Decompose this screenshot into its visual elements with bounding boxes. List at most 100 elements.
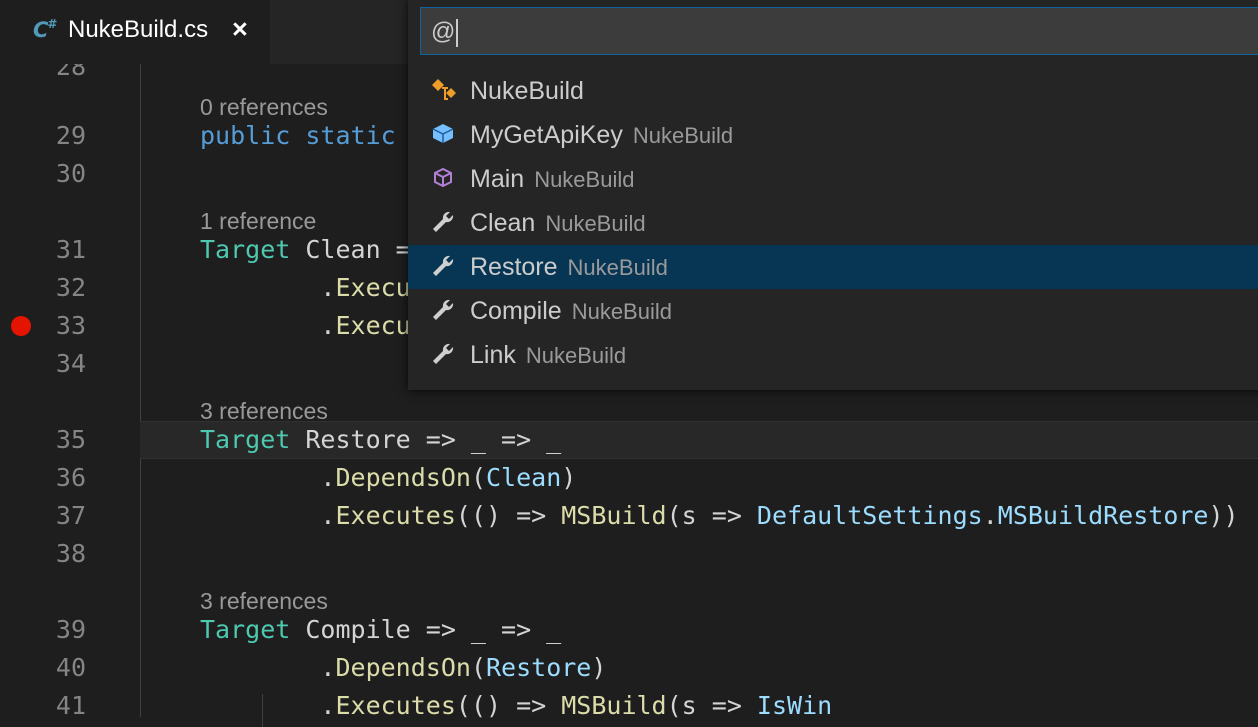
code-token: (s => xyxy=(666,501,757,530)
code-token: (() => xyxy=(455,501,562,530)
code-line: .DependsOn(Restore) xyxy=(200,653,606,682)
line-number: 36 xyxy=(55,463,86,492)
code-token: Restore xyxy=(486,653,592,682)
field-icon xyxy=(430,121,456,147)
symbol-name: Compile xyxy=(470,297,562,325)
code-token: ) xyxy=(561,463,577,492)
breakpoint-icon[interactable] xyxy=(11,316,31,336)
code-token: public xyxy=(200,121,291,150)
code-token: ) xyxy=(591,653,607,682)
code-token: ( xyxy=(470,653,486,682)
symbol-name: Link xyxy=(470,341,516,369)
symbol-item-compile[interactable]: Compile NukeBuild xyxy=(408,289,1258,333)
line-number: 40 xyxy=(55,653,86,682)
code-token: static xyxy=(305,121,396,150)
code-token: Clean = xyxy=(290,235,411,264)
code-token: . xyxy=(200,501,336,530)
code-token: Clean xyxy=(486,463,562,492)
code-token: DefaultSettings xyxy=(756,501,983,530)
property-icon xyxy=(430,209,456,235)
code-line: Target Compile => _ => _ xyxy=(200,615,561,644)
symbol-search-input[interactable]: @ xyxy=(420,7,1258,55)
code-line: .DependsOn(Clean) xyxy=(200,463,576,492)
line-number: 28 xyxy=(55,64,86,81)
code-line: .Executes(() => MSBuild(s => IsWin xyxy=(200,691,832,720)
symbol-item-main[interactable]: Main NukeBuild xyxy=(408,157,1258,201)
property-icon xyxy=(430,253,456,279)
line-number: 38 xyxy=(55,539,86,568)
code-token: ( xyxy=(470,463,486,492)
symbol-container: NukeBuild xyxy=(632,123,734,148)
code-token: )) xyxy=(1208,501,1239,530)
code-token: . xyxy=(200,273,336,302)
symbol-item-nukebuild[interactable]: NukeBuild xyxy=(408,69,1258,113)
tab-nukebuild-cs[interactable]: C# NukeBuild.cs × xyxy=(0,0,270,64)
code-line: .Execu xyxy=(200,273,410,302)
line-number: 39 xyxy=(55,615,86,644)
code-line: .Executes(() => MSBuild(s => DefaultSett… xyxy=(200,501,1239,530)
line-number: 35 xyxy=(55,425,86,454)
property-icon xyxy=(430,341,456,367)
codelens-references[interactable]: 1 reference xyxy=(200,208,316,235)
line-number: 37 xyxy=(55,501,86,530)
code-token: MSBuild xyxy=(561,691,667,720)
codelens-references[interactable]: 0 references xyxy=(200,94,328,121)
symbol-container: NukeBuild xyxy=(545,211,646,236)
code-token: MSBuild xyxy=(561,501,667,530)
symbol-name: Restore xyxy=(470,253,558,281)
code-token: . xyxy=(200,653,336,682)
code-token: Target xyxy=(200,615,291,644)
symbol-item-link[interactable]: Link NukeBuild xyxy=(408,333,1258,377)
csharp-file-icon: C# xyxy=(33,17,58,42)
code-token: . xyxy=(982,501,998,530)
line-number: 34 xyxy=(55,349,86,378)
code-line: Target Restore => _ => _ xyxy=(200,425,561,454)
line-number: 32 xyxy=(55,273,86,302)
code-token: Execu xyxy=(335,311,411,340)
code-token: DependsOn xyxy=(335,653,471,682)
text-caret xyxy=(456,18,459,47)
go-to-symbol-picker: @ NukeBuild MyGetApiKey NukeBuild Main NukeB… xyxy=(408,0,1258,390)
symbol-item-clean[interactable]: Clean NukeBuild xyxy=(408,201,1258,245)
codelens-references[interactable]: 3 references xyxy=(200,588,328,615)
code-token: . xyxy=(200,463,336,492)
code-token: IsWin xyxy=(756,691,833,720)
symbol-container: NukeBuild xyxy=(534,167,635,192)
code-token: Executes xyxy=(335,501,456,530)
code-token: Target xyxy=(200,235,291,264)
indent-guide xyxy=(140,64,141,717)
symbol-name: NukeBuild xyxy=(470,77,584,105)
code-token: Target xyxy=(200,425,291,454)
code-token: . xyxy=(200,691,336,720)
code-token: (() => xyxy=(455,691,562,720)
method-icon xyxy=(430,165,456,191)
code-token: MSBuildRestore xyxy=(997,501,1209,530)
code-line: .Execu xyxy=(200,311,411,340)
symbol-item-restore[interactable]: Restore NukeBuild xyxy=(408,245,1258,289)
symbol-container: NukeBuild xyxy=(571,299,672,324)
code-token: Executes xyxy=(335,691,456,720)
symbol-list: NukeBuild MyGetApiKey NukeBuild Main NukeBui… xyxy=(408,69,1258,377)
tab-label: NukeBuild.cs xyxy=(68,16,209,43)
close-icon[interactable]: × xyxy=(232,14,248,45)
symbol-name: Main xyxy=(470,165,525,193)
class-icon xyxy=(430,77,456,103)
line-number: 30 xyxy=(55,159,86,188)
code-token: DependsOn xyxy=(335,463,471,492)
code-token: . xyxy=(200,311,336,340)
symbol-name: Clean xyxy=(470,209,536,237)
symbol-item-mygetapikey[interactable]: MyGetApiKey NukeBuild xyxy=(408,113,1258,157)
line-number: 31 xyxy=(55,235,86,264)
symbol-name: MyGetApiKey xyxy=(470,121,623,149)
code-line: public static xyxy=(200,121,396,150)
code-token: (s => xyxy=(666,691,757,720)
symbol-container: NukeBuild xyxy=(525,343,627,368)
code-line: Target Clean = xyxy=(200,235,411,264)
code-token: Restore => _ => _ xyxy=(290,425,562,454)
code-token: Compile => _ => _ xyxy=(290,615,562,644)
search-query: @ xyxy=(431,18,456,45)
line-number: 41 xyxy=(55,691,86,720)
property-icon xyxy=(430,297,456,323)
line-number: 29 xyxy=(55,121,86,150)
